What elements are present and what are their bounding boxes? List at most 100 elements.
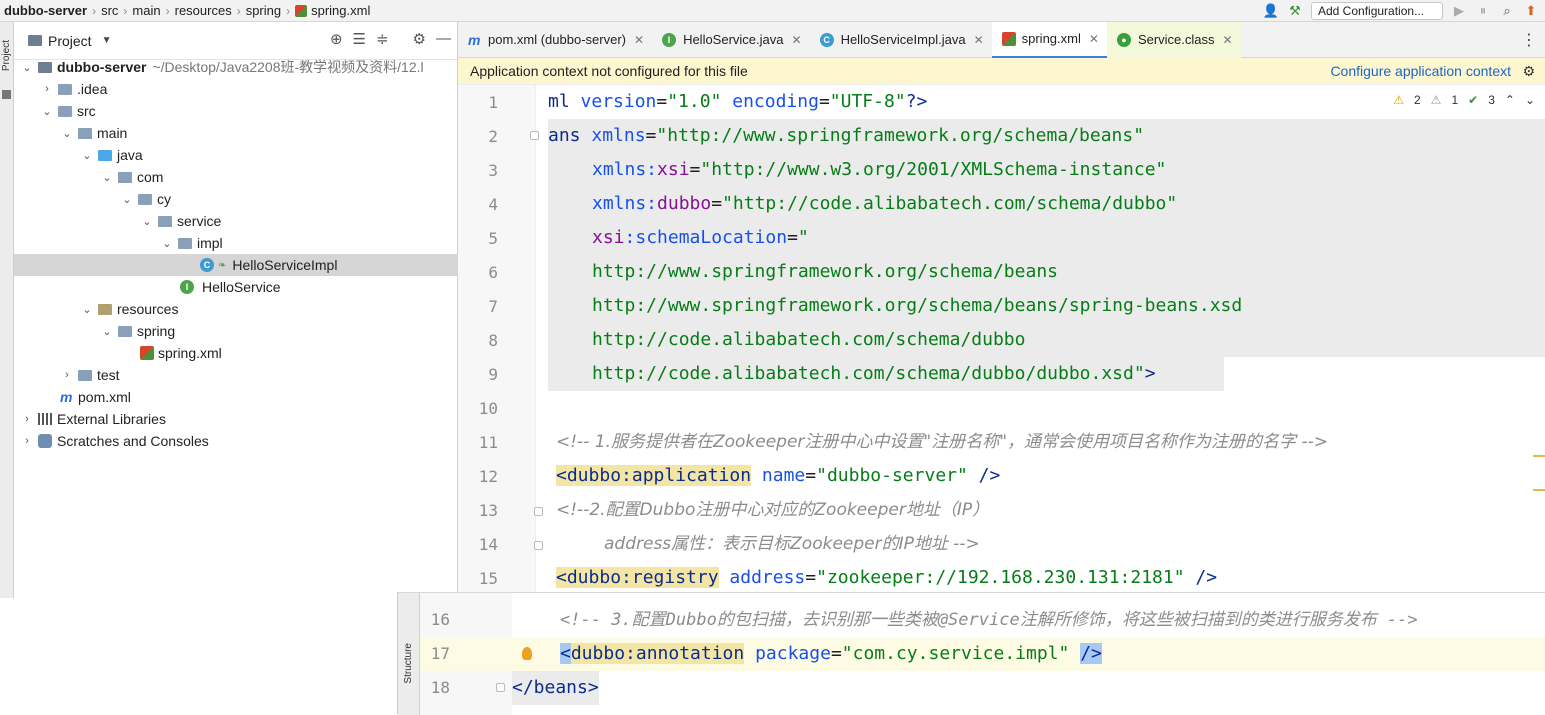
tree-item-service[interactable]: ⌄ service [14,210,458,232]
chevron-down-icon[interactable]: ⌄ [80,303,94,316]
tree-item-pom[interactable]: m pom.xml [14,386,458,408]
breadcrumb-spring[interactable]: spring [246,3,281,18]
code-line-6: http://www.springframework.org/schema/be… [592,261,1058,282]
tree-item-helloservice[interactable]: I HelloService [14,276,458,298]
tree-item-spring[interactable]: ⌄ spring [14,320,458,342]
tab-service-class[interactable]: ● Service.class ✕ [1106,21,1241,58]
tree-item-label: src [77,103,96,119]
chevron-down-icon[interactable]: ▼ [102,35,112,46]
expand-all-icon[interactable]: ☰ [353,30,366,48]
tab-pom-xml[interactable]: m pom.xml (dubbo-server) ✕ [458,22,652,58]
search-icon[interactable]: ⌕ [1499,3,1515,19]
structure-tool-button[interactable]: Structure [403,643,414,684]
close-icon[interactable]: ✕ [792,33,802,47]
chevron-down-icon[interactable]: ⌄ [60,127,74,140]
chevron-down-icon[interactable]: ⌄ [120,193,134,206]
project-tool-button[interactable]: Project [1,40,12,71]
hide-icon[interactable]: — [436,30,451,48]
line-number: 6 [488,263,498,282]
chevron-right-icon[interactable]: › [20,435,34,447]
project-panel-title[interactable]: Project [48,33,92,49]
chevron-right-icon[interactable]: › [60,369,74,381]
tree-item-external-libraries[interactable]: › External Libraries [14,408,458,430]
chevron-right-icon[interactable]: › [20,413,34,425]
notice-message: Application context not configured for t… [470,63,748,79]
chevron-down-icon[interactable]: ⌄ [100,325,114,338]
tab-label: Service.class [1137,32,1215,47]
close-icon[interactable]: ✕ [634,33,644,47]
project-panel-tools: ⊕ ☰ ≑ ⚙ — [330,30,451,48]
locate-icon[interactable]: ⊕ [330,30,343,48]
tree-item-label: .idea [77,81,108,97]
breadcrumb-main[interactable]: main [132,3,160,18]
xml-file-icon [1001,31,1016,46]
tree-item-label: dubbo-server [57,59,147,75]
collapse-all-icon[interactable]: ≑ [376,30,389,48]
tree-item-idea[interactable]: › .idea [14,78,458,100]
code-line-4: xmlns:dubbo="http://code.alibabatech.com… [592,193,1178,214]
tree-item-label: pom.xml [78,389,131,405]
chevron-down-icon[interactable]: ⌄ [1525,93,1535,107]
tree-item-spring-xml[interactable]: spring.xml [14,342,458,364]
warning-marker[interactable] [1533,489,1545,491]
code-line-2: ans xmlns="http://www.springframework.or… [548,125,1145,146]
tree-item-impl[interactable]: ⌄ impl [14,232,458,254]
fold-marker-icon[interactable] [496,683,505,692]
lightbulb-icon[interactable] [522,647,532,660]
resources-folder-icon [98,303,112,315]
gear-icon[interactable]: ⚙ [413,30,426,48]
code-line-16: 16 <!-- 3.配置Dubbo的包扫描，去识别那一些类被@Service注解… [420,603,1545,637]
tab-helloservice-java[interactable]: I HelloService.java ✕ [652,22,810,58]
tree-item-src[interactable]: ⌄ src [14,100,458,122]
chevron-down-icon[interactable]: ⌄ [140,215,154,228]
tree-item-dubbo-server[interactable]: ⌄ dubbo-server ~/Desktop/Java2208班-教学视频及… [14,56,458,78]
tree-item-main[interactable]: ⌄ main [14,122,458,144]
spring-bean-icon: ❧ [218,259,227,271]
debug-icon[interactable]: ⏸ [1475,3,1491,19]
chevron-right-icon[interactable]: › [40,83,54,95]
code-editor[interactable]: 1 2 3 4 5 6 7 8 9 10 11 12 13 14 15 ml v… [458,85,1545,598]
tree-item-resources[interactable]: ⌄ resources [14,298,458,320]
chevron-right-icon: › [165,3,170,18]
tree-item-cy[interactable]: ⌄ cy [14,188,458,210]
warning-marker[interactable] [1533,455,1545,457]
close-icon[interactable]: ✕ [1089,32,1099,46]
code-line-15: <dubbo:registry address="zookeeper://192… [556,567,1218,588]
close-icon[interactable]: ✕ [1223,33,1233,47]
tree-item-java[interactable]: ⌄ java [14,144,458,166]
breadcrumb-resources[interactable]: resources [175,3,232,18]
line-number: 1 [488,93,498,112]
folder-icon [78,369,92,381]
project-view-icon [28,35,42,46]
code-area[interactable]: ml version="1.0" encoding="UTF-8"?> ans … [536,85,1545,598]
package-icon [178,237,192,249]
breadcrumb-project[interactable]: dubbo-server [4,3,87,18]
configure-context-link[interactable]: Configure application context [1330,63,1511,79]
chevron-up-icon[interactable]: ⌃ [1505,93,1515,107]
line-number: 4 [488,195,498,214]
update-icon[interactable]: ⬆ [1523,3,1539,19]
breadcrumb-src[interactable]: src [101,3,118,18]
chevron-down-icon[interactable]: ⌄ [160,237,174,250]
tree-item-scratches[interactable]: › Scratches and Consoles [14,430,458,452]
breadcrumb-file[interactable]: spring.xml [311,3,370,18]
hammer-icon[interactable]: ⚒ [1287,3,1303,19]
user-icon[interactable]: 👤 [1263,3,1279,19]
chevron-down-icon[interactable]: ⌄ [20,61,34,74]
run-icon[interactable]: ▶ [1451,3,1467,19]
tab-spring-xml[interactable]: spring.xml ✕ [991,21,1107,58]
tree-item-helloserviceimpl[interactable]: C ❧ HelloServiceImpl [14,254,458,276]
code-line-3: xmlns:xsi="http://www.w3.org/2001/XMLSch… [592,159,1167,180]
tree-item-test[interactable]: › test [14,364,458,386]
chevron-down-icon[interactable]: ⌄ [40,105,54,118]
code-line-12: <dubbo:application name="dubbo-server" /… [556,465,1001,486]
run-configuration-select[interactable]: Add Configuration... [1311,2,1443,20]
close-icon[interactable]: ✕ [974,33,984,47]
chevron-down-icon[interactable]: ⌄ [80,149,94,162]
chevron-down-icon[interactable]: ⌄ [100,171,114,184]
tab-helloserviceimpl-java[interactable]: C HelloServiceImpl.java ✕ [810,22,992,58]
tree-item-com[interactable]: ⌄ com [14,166,458,188]
more-vertical-icon[interactable]: ⋮ [1521,30,1537,50]
inspection-widget[interactable]: ⚠ 2 ⚠ 1 ✔ 3 ⌃ ⌄ [1393,93,1535,107]
gear-icon[interactable]: ⚙ [1522,63,1535,80]
